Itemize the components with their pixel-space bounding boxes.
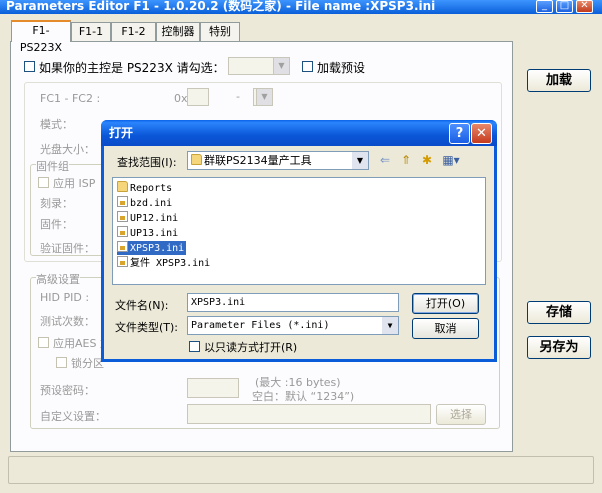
- look-in-label: 查找范围(I):: [117, 156, 177, 169]
- tab-f1-ps223x[interactable]: F1-PS223X: [11, 20, 71, 54]
- lock-zone-label: 锁分区: [71, 357, 104, 370]
- back-icon[interactable]: ⇐: [378, 153, 392, 168]
- list-item[interactable]: bzd.ini: [117, 196, 174, 210]
- use-isp-checkbox[interactable]: [38, 177, 49, 188]
- load-button[interactable]: 加载: [527, 69, 591, 92]
- tab-special[interactable]: 特别: [200, 22, 240, 41]
- empty-default-hint: 空白：默认 “1234”): [252, 390, 355, 403]
- ini-file-icon: [117, 241, 128, 252]
- hid-pid-label: HID PID :: [40, 291, 90, 304]
- dialog-close-button[interactable]: ✕: [471, 123, 492, 144]
- dialog-title: 打开: [101, 120, 497, 146]
- list-item[interactable]: Reports: [117, 181, 174, 195]
- load-preset-label: 加载预设: [317, 61, 366, 75]
- new-folder-icon[interactable]: ✱: [419, 153, 435, 168]
- folder-icon: [117, 181, 128, 192]
- test-count-label: 测试次数：: [40, 315, 95, 328]
- firmware-group-label: 固件组: [36, 158, 69, 174]
- lock-zone-checkbox[interactable]: [56, 357, 67, 368]
- help-button[interactable]: ?: [449, 123, 470, 144]
- tab-f1-2[interactable]: F1-2: [111, 22, 156, 41]
- fc1-input[interactable]: [187, 88, 209, 106]
- custom-setting-label: 自定义设置：: [40, 410, 106, 423]
- tab-controller[interactable]: 控制器: [156, 22, 200, 41]
- list-item[interactable]: UP12.ini: [117, 211, 180, 225]
- firmware-label: 固件：: [40, 218, 73, 231]
- controller-combo[interactable]: ▼: [228, 57, 290, 75]
- filetype-value: Parameter Files (*.ini): [191, 320, 330, 331]
- preset-password-input[interactable]: [187, 378, 239, 398]
- disc-size-label: 光盘大小：: [40, 143, 95, 156]
- use-isp-label: 应用 ISP: [53, 177, 96, 190]
- controller-checkbox-label: 如果你的主控是 PS223X 请勾选：: [39, 61, 225, 75]
- tab-f1-1[interactable]: F1-1: [71, 22, 111, 41]
- chevron-down-icon[interactable]: ▼: [352, 152, 368, 169]
- cancel-button[interactable]: 取消: [412, 318, 479, 339]
- custom-setting-input[interactable]: [187, 404, 431, 424]
- readonly-checkbox[interactable]: [189, 341, 200, 352]
- verify-firmware-label: 验证固件：: [40, 242, 95, 255]
- fc-dash: -: [236, 90, 240, 103]
- load-preset-checkbox[interactable]: [302, 61, 313, 72]
- preset-password-label: 预设密码：: [40, 384, 95, 397]
- open-button[interactable]: 打开(O): [412, 293, 479, 314]
- readonly-label: 以只读方式打开(R): [204, 341, 298, 354]
- filename-input[interactable]: XPSP3.ini: [187, 293, 399, 312]
- maximize-button[interactable]: □: [556, 0, 573, 13]
- fc-label: FC1 - FC2 :: [40, 92, 101, 105]
- look-in-value: 群联PS2134量产工具: [204, 154, 312, 167]
- open-dialog: 打开 ? ✕ 查找范围(I): 群联PS2134量产工具 ▼ ⇐ ⇑ ✱ ▦▾ …: [101, 120, 497, 362]
- burn-label: 刻录：: [40, 197, 73, 210]
- controller-checkbox[interactable]: [24, 61, 35, 72]
- folder-icon: [191, 154, 202, 165]
- select-button[interactable]: 选择: [436, 404, 486, 425]
- look-in-combo[interactable]: 群联PS2134量产工具 ▼: [187, 151, 369, 170]
- save-button[interactable]: 存储: [527, 301, 591, 324]
- close-button[interactable]: ✕: [576, 0, 593, 13]
- view-menu-icon[interactable]: ▦▾: [440, 153, 462, 168]
- filetype-label: 文件类型(T):: [115, 321, 179, 334]
- fc2-combo[interactable]: ▼: [253, 88, 273, 106]
- list-item-selected[interactable]: XPSP3.ini: [117, 241, 187, 255]
- file-list[interactable]: Reports bzd.ini UP12.ini UP13.ini XPSP3.…: [112, 177, 486, 285]
- advanced-group-label: 高级设置: [36, 271, 80, 287]
- status-bar: [8, 456, 594, 484]
- use-aes-checkbox[interactable]: [38, 337, 49, 348]
- ini-file-icon: [117, 226, 128, 237]
- up-folder-icon[interactable]: ⇑: [399, 153, 413, 168]
- window-title: Parameters Editor F1 - 1.0.20.2 (数码之家) -…: [0, 0, 602, 14]
- save-as-button[interactable]: 另存为: [527, 336, 591, 359]
- mode-label: 模式：: [40, 118, 73, 131]
- fc-prefix: 0x: [174, 92, 188, 105]
- list-item[interactable]: 复件 XPSP3.ini: [117, 256, 212, 270]
- list-item[interactable]: UP13.ini: [117, 226, 180, 240]
- ini-file-icon: [117, 256, 128, 267]
- ini-file-icon: [117, 196, 128, 207]
- minimize-button[interactable]: _: [536, 0, 553, 13]
- filetype-combo[interactable]: Parameter Files (*.ini) ▼: [187, 316, 399, 335]
- ini-file-icon: [117, 211, 128, 222]
- chevron-down-icon[interactable]: ▼: [382, 317, 398, 334]
- filename-label: 文件名(N):: [115, 299, 169, 312]
